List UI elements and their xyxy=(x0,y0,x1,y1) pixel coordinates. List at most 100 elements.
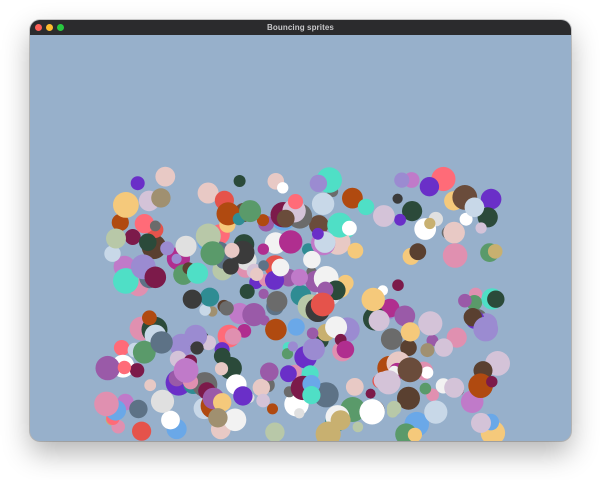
minimize-icon[interactable] xyxy=(46,24,53,31)
sprite-circle xyxy=(357,198,375,216)
sprite-circle xyxy=(380,328,403,350)
sprite-circle xyxy=(345,378,364,396)
close-icon[interactable] xyxy=(35,24,42,31)
sprite-circle xyxy=(486,376,498,388)
sprite-circle xyxy=(287,194,304,210)
sprite-circle xyxy=(373,205,395,227)
sprite-circle xyxy=(200,287,220,307)
sprite-circle xyxy=(287,341,298,352)
sprite-circle xyxy=(224,328,242,345)
sprite-circle xyxy=(487,244,503,259)
sprite-circle xyxy=(171,253,182,264)
sprite-circle xyxy=(279,230,303,254)
sprite-circle xyxy=(464,197,485,218)
sprite-circle xyxy=(330,410,351,431)
sprite-circle xyxy=(394,172,410,188)
sprite-circle xyxy=(400,322,420,342)
sprite-circle xyxy=(267,403,278,415)
sprite-circle xyxy=(208,408,228,428)
sprite-circle xyxy=(242,303,266,327)
sprite-circle xyxy=(117,360,132,375)
sprite-circle xyxy=(160,241,175,256)
sprite-circle xyxy=(475,222,487,234)
sprite-circle xyxy=(222,258,239,275)
sprite-circle xyxy=(409,243,427,261)
sprite-circle xyxy=(161,410,180,430)
sprite-circle xyxy=(312,227,324,240)
sprite-circle xyxy=(420,343,435,358)
sprite-circle xyxy=(257,243,269,255)
sprite-circle xyxy=(250,267,264,281)
sprite-circle xyxy=(392,193,403,204)
sprite-circle xyxy=(129,399,148,419)
sprite-circle xyxy=(311,192,335,215)
sprite-circle xyxy=(200,241,225,266)
sprite-circle xyxy=(129,363,145,378)
sprite-circle xyxy=(219,301,234,316)
sprite-circle xyxy=(309,174,328,193)
sprite-circle xyxy=(458,293,472,308)
sprite-field xyxy=(94,166,510,441)
sprite-circle xyxy=(444,377,465,398)
sprite-circle xyxy=(186,262,209,284)
sprite-circle xyxy=(224,242,240,258)
window-title: Bouncing sprites xyxy=(267,23,334,32)
sprite-circle xyxy=(233,175,246,187)
sprite-circle xyxy=(271,258,290,277)
window-controls xyxy=(35,24,64,31)
sprite-circle xyxy=(233,386,253,406)
sprite-circle xyxy=(150,331,173,354)
maximize-icon[interactable] xyxy=(57,24,64,31)
sprite-circle xyxy=(473,316,499,342)
sprite-circle xyxy=(239,284,255,299)
sprite-circle xyxy=(155,166,176,187)
sprite-circle xyxy=(303,250,321,269)
sprite-circle xyxy=(175,235,197,257)
sprite-circle xyxy=(302,386,321,405)
sprite-circle xyxy=(342,220,357,236)
sprite-circle xyxy=(397,357,423,383)
sprite-circle xyxy=(373,371,392,390)
sprite-circle xyxy=(182,289,202,309)
sprite-circle xyxy=(302,338,325,361)
sprite-circle xyxy=(266,291,288,312)
sprite-circle xyxy=(260,362,279,382)
sprite-circle xyxy=(214,362,229,376)
sprite-circle xyxy=(419,177,440,197)
sprite-circle xyxy=(150,389,175,413)
sprite-circle xyxy=(124,229,141,245)
sprite-circle xyxy=(291,268,308,286)
sprite-circle xyxy=(294,408,305,419)
sprite-circle xyxy=(424,400,448,424)
sprite-circle xyxy=(190,341,204,355)
sprite-canvas xyxy=(30,35,571,441)
sprite-circle xyxy=(418,311,443,336)
sprite-circle xyxy=(213,347,231,365)
sprite-circle xyxy=(132,421,152,441)
sprite-circle xyxy=(94,391,119,417)
sprite-circle xyxy=(280,365,297,383)
sprite-circle xyxy=(265,422,285,441)
sprite-circle xyxy=(113,192,139,218)
sprite-circle xyxy=(387,406,399,418)
sprite-circle xyxy=(130,176,145,191)
sprite-circle xyxy=(256,393,270,408)
sprite-circle xyxy=(336,340,355,359)
sprite-circle xyxy=(471,412,491,433)
sprite-circle xyxy=(149,220,161,232)
sprite-circle xyxy=(306,327,319,340)
sprite-circle xyxy=(442,243,468,268)
sprite-circle xyxy=(252,378,270,397)
sprite-circle xyxy=(424,217,436,230)
sprite-circle xyxy=(443,221,465,244)
sprite-circle xyxy=(173,358,199,383)
sprite-circle xyxy=(144,379,157,392)
sprite-circle xyxy=(151,188,171,208)
sprite-circle xyxy=(394,213,406,226)
sprite-circle xyxy=(258,288,269,299)
title-bar[interactable]: Bouncing sprites xyxy=(30,20,571,35)
sprite-circle xyxy=(392,279,404,291)
sprite-circle xyxy=(106,228,126,249)
sprite-circle xyxy=(287,318,305,336)
sprite-circle xyxy=(265,318,287,341)
